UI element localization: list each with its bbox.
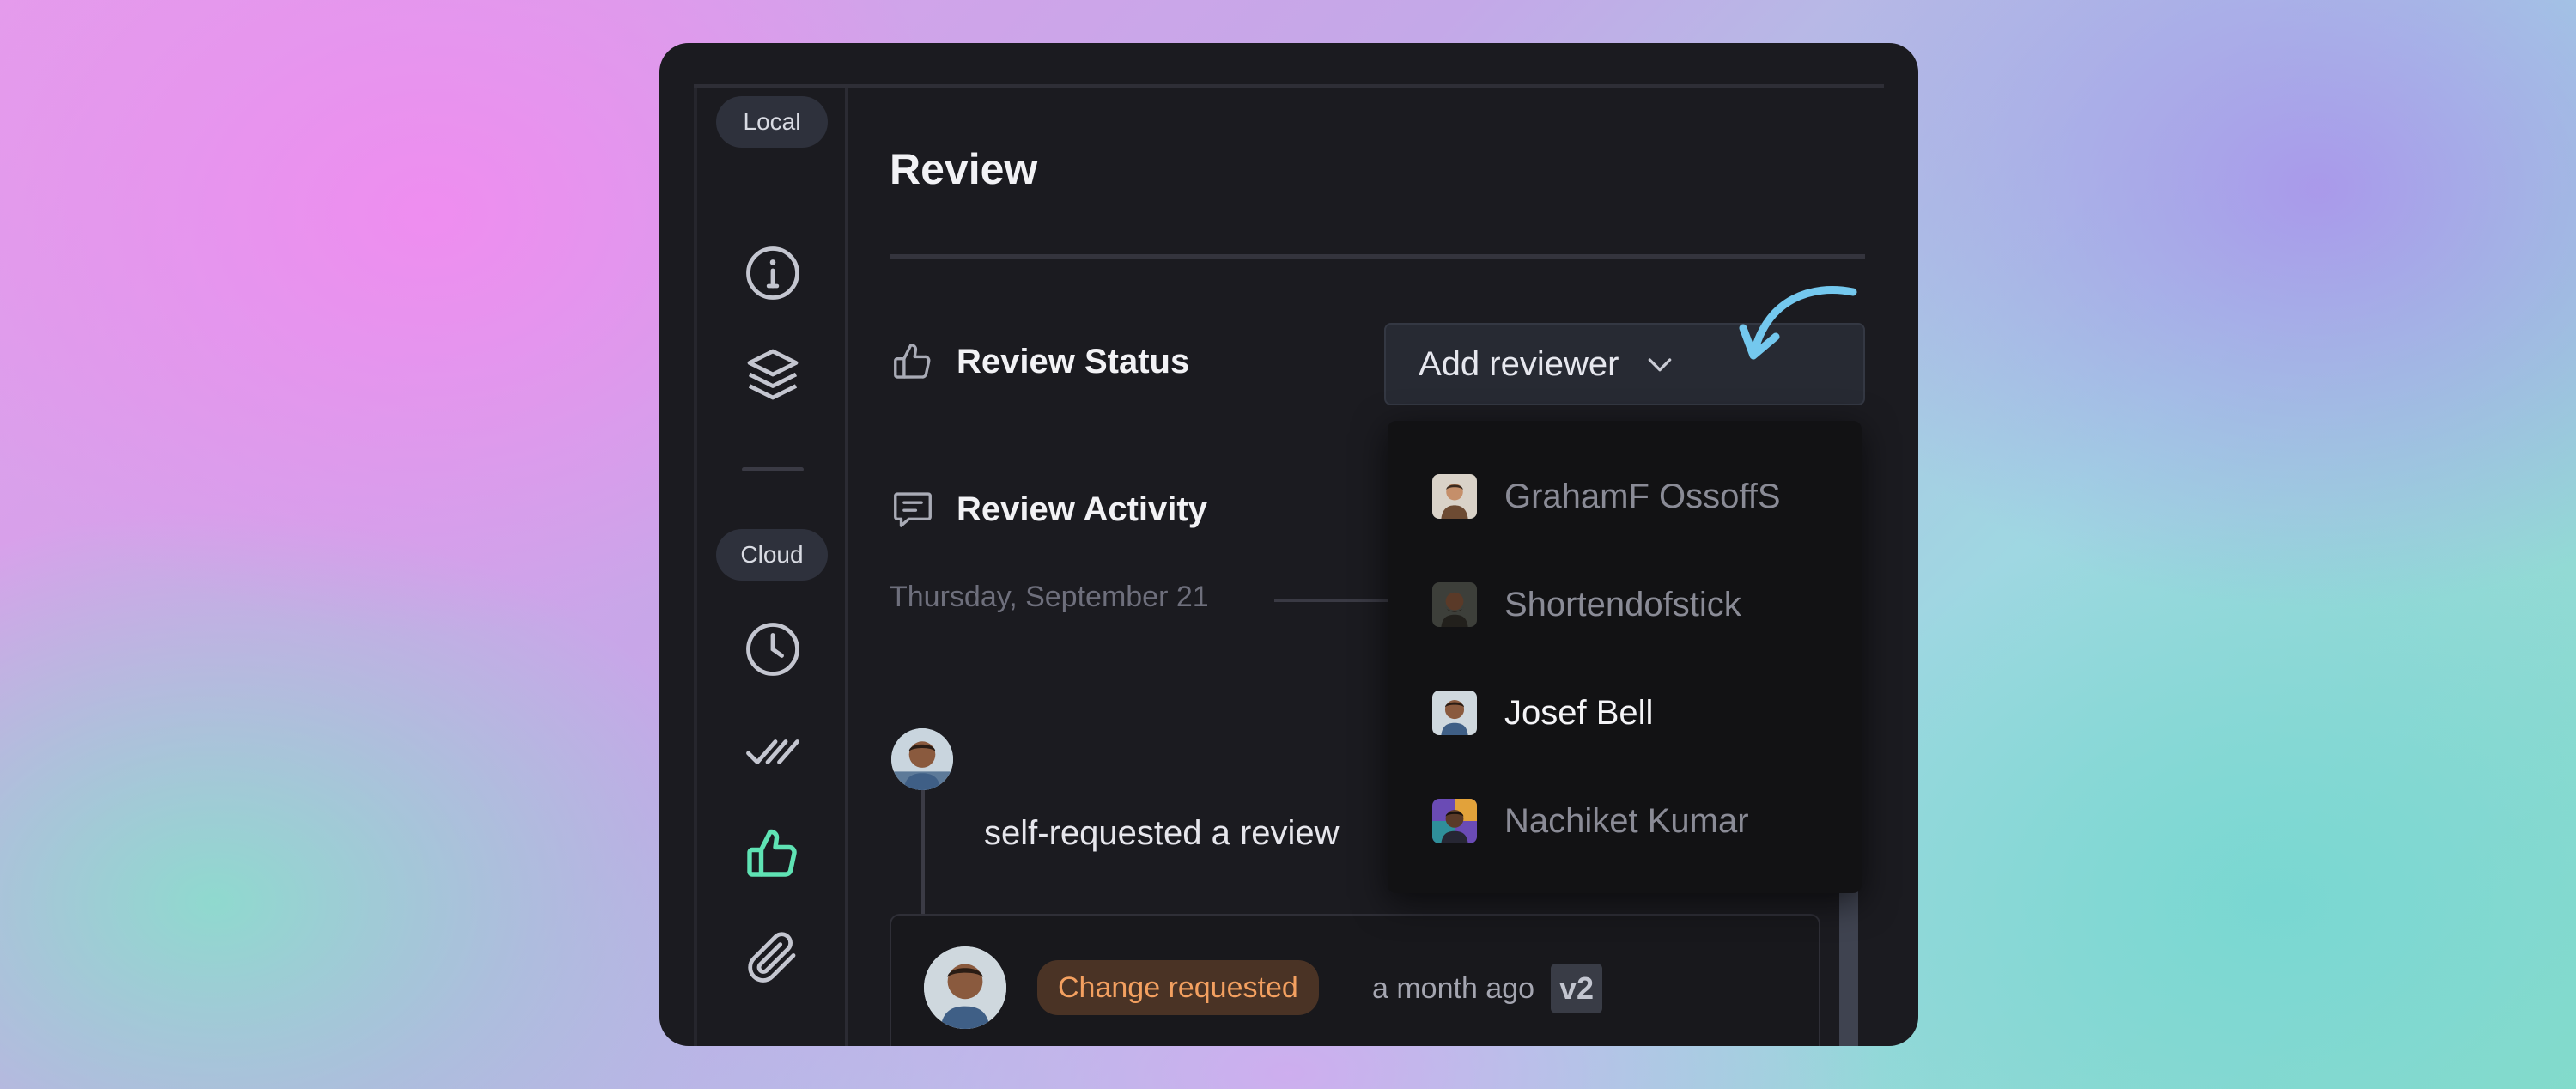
cloud-section-label: Cloud: [716, 529, 828, 581]
page-title: Review: [890, 145, 1038, 193]
reviewer-option[interactable]: Shortendofstick: [1432, 582, 1741, 627]
review-activity-label: Review Activity: [957, 490, 1207, 528]
local-section-label: Local: [716, 96, 828, 148]
reviewer-option[interactable]: GrahamF OssoffS: [1432, 474, 1781, 519]
comment-icon: [894, 492, 932, 527]
reviewer-name: GrahamF OssoffS: [1504, 477, 1781, 515]
clock-icon[interactable]: [742, 618, 804, 680]
timestamp: a month ago: [1372, 972, 1535, 1005]
reviewer-option[interactable]: Josef Bell: [1432, 691, 1653, 735]
reviewer-option[interactable]: Nachiket Kumar: [1432, 799, 1749, 843]
callout-arrow-icon: [1739, 286, 1857, 360]
review-status-heading: Review Status: [890, 338, 1189, 385]
reviewer-name: Nachiket Kumar: [1504, 801, 1749, 840]
rail-separator: [742, 467, 804, 471]
app-window: Local Cloud Review Review Status Add rev…: [659, 43, 1918, 1046]
avatar: [1432, 691, 1477, 735]
double-check-icon[interactable]: [742, 720, 804, 782]
reviewer-dropdown: GrahamF OssoffS Shortendofstick Josef Be…: [1388, 421, 1862, 893]
date-divider: [1274, 599, 1403, 602]
paperclip-icon[interactable]: [742, 926, 804, 988]
activity-event-text: self-requested a review: [984, 814, 1340, 852]
avatar: [924, 946, 1006, 1029]
review-activity-heading: Review Activity: [890, 486, 1207, 532]
info-icon[interactable]: [742, 242, 804, 304]
thumbs-up-icon[interactable]: [742, 823, 804, 885]
status-badge: Change requested: [1037, 960, 1319, 1015]
rail-divider: [845, 88, 848, 1046]
reviewer-name: Josef Bell: [1504, 693, 1654, 732]
chevron-down-icon: [1649, 358, 1672, 372]
add-reviewer-label: Add reviewer: [1419, 344, 1619, 383]
rail-outer-border: [694, 88, 697, 1046]
avatar: [891, 728, 953, 790]
thumbs-up-icon: [894, 344, 931, 379]
version-badge: v2: [1551, 964, 1603, 1013]
avatar: [1432, 582, 1477, 627]
layers-icon[interactable]: [742, 344, 804, 405]
reviewer-name: Shortendofstick: [1504, 585, 1741, 624]
activity-date: Thursday, September 21: [890, 581, 1209, 613]
review-status-label: Review Status: [957, 342, 1190, 380]
avatar: [1432, 474, 1477, 519]
review-card: Change requested a month ago v2: [890, 914, 1820, 1046]
avatar: [1432, 799, 1477, 843]
top-divider: [694, 84, 1884, 88]
